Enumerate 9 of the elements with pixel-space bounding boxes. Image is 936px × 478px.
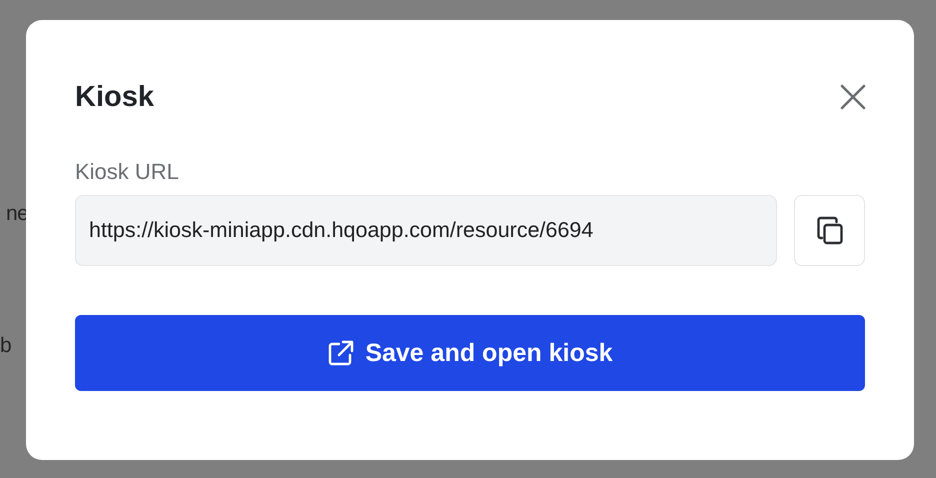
background-text: b bbox=[0, 333, 12, 359]
external-link-icon bbox=[327, 339, 356, 367]
dialog-title: Kiosk bbox=[75, 80, 154, 114]
copy-button[interactable] bbox=[794, 195, 865, 266]
url-field[interactable]: https://kiosk-miniapp.cdn.hqoapp.com/resource/6694 bbox=[75, 195, 777, 266]
copy-icon bbox=[814, 214, 844, 246]
field-label: Kiosk URL bbox=[75, 158, 180, 186]
close-icon[interactable] bbox=[840, 84, 866, 110]
save-open-button[interactable]: Save and open kiosk bbox=[75, 315, 865, 391]
